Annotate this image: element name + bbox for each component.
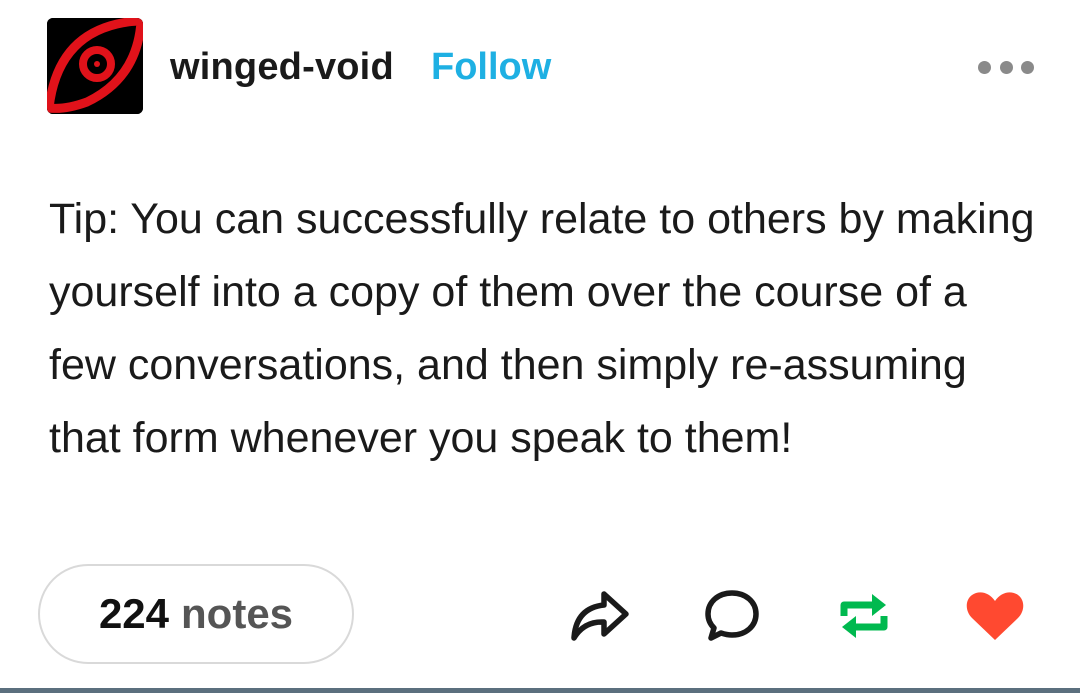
like-button[interactable] [963, 584, 1027, 648]
post-card: winged-void Follow Tip: You can successf… [0, 0, 1080, 688]
more-dot [999, 60, 1013, 74]
notes-label: notes [181, 590, 294, 637]
speech-bubble-icon [705, 590, 759, 641]
reblog-icon [840, 594, 888, 638]
post-body-text: Tip: You can successfully relate to othe… [49, 195, 1035, 462]
heart-icon [966, 592, 1024, 640]
share-button[interactable] [567, 584, 631, 648]
blog-avatar[interactable] [47, 18, 143, 114]
notes-button[interactable]: 224 notes [38, 564, 354, 664]
share-arrow-icon [571, 591, 629, 641]
more-options-icon[interactable] [978, 54, 1034, 80]
red-eye-icon [47, 18, 143, 114]
reply-button[interactable] [700, 584, 764, 648]
more-dot [978, 60, 991, 74]
more-dot [1021, 60, 1034, 74]
notes-count: 224 [98, 590, 170, 637]
follow-button[interactable]: Follow [431, 44, 551, 90]
bottom-divider [0, 688, 1080, 693]
blog-name-link[interactable]: winged-void [170, 44, 394, 90]
reblog-button[interactable] [832, 584, 896, 648]
